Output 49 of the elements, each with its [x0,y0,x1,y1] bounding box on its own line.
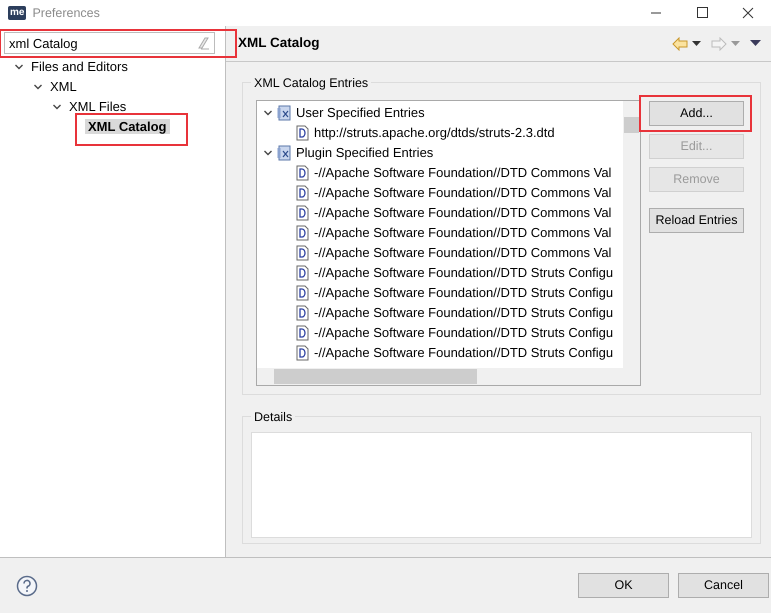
tree-item[interactable]: -//Apache Software Foundation//DTD Struts Configu [314,343,614,363]
document-icon [295,245,310,261]
view-menu-icon[interactable] [750,40,761,47]
document-icon [295,225,310,241]
tree-item[interactable]: -//Apache Software Foundation//DTD Struts Configu [314,303,614,323]
dialog-button[interactable]: Cancel [678,573,769,598]
expanded-chevron-icon[interactable] [52,102,62,112]
document-icon [295,305,310,321]
document-icon [295,265,310,281]
catalog-tree[interactable] [256,100,641,386]
tree-item[interactable]: XML Files [66,99,130,114]
document-icon [295,125,310,141]
tree-item[interactable]: XML [47,79,80,94]
help-icon[interactable] [16,574,38,596]
tree-item[interactable]: -//Apache Software Foundation//DTD Struts Configu [314,283,614,303]
document-icon [295,185,310,201]
window-title: Preferences [32,4,100,22]
tree-item[interactable]: Plugin Specified Entries [296,143,434,163]
tree-item[interactable]: -//Apache Software Foundation//DTD Commons Val [314,223,612,243]
tree-item[interactable]: -//Apache Software Foundation//DTD Struts Configu [314,323,614,343]
tree-item[interactable]: -//Apache Software Foundation//DTD Struts Configu [314,263,614,283]
document-icon [295,345,310,361]
tree-item[interactable]: -//Apache Software Foundation//DTD Commons Val [314,203,612,223]
tree-item[interactable]: -//Apache Software Foundation//DTD Commons Val [314,183,612,203]
action-button[interactable]: Reload Entries [649,208,744,233]
catalog-icon [277,145,292,161]
action-button[interactable]: Add... [649,101,744,126]
catalog-icon [277,105,292,121]
dialog-button[interactable]: OK [578,573,669,598]
filter-field[interactable]: xml Catalog [4,32,215,54]
expanded-chevron-icon[interactable] [33,82,43,92]
tree-item[interactable]: http://struts.apache.org/dtds/struts-2.3.dtd [314,123,555,143]
tree-item[interactable]: User Specified Entries [296,103,425,123]
page-title: XML Catalog [238,34,320,52]
document-icon [295,165,310,181]
tree-item[interactable]: -//Apache Software Foundation//DTD Commons Val [314,243,612,263]
document-icon [295,325,310,341]
expanded-chevron-icon[interactable] [14,62,24,72]
expanded-chevron-icon[interactable] [263,108,273,118]
document-icon [295,205,310,221]
horizontal-scrollbar[interactable] [257,368,640,385]
expanded-chevron-icon[interactable] [263,148,273,158]
tree-item[interactable]: XML Catalog [85,119,170,134]
document-icon [295,285,310,301]
tree-item[interactable]: Files and Editors [28,59,131,74]
app-logo: me [8,6,26,20]
vertical-scrollbar[interactable] [623,101,640,368]
caret-icon[interactable] [692,40,701,46]
tree-item[interactable]: -//Apache Software Foundation//DTD Commons Val [314,163,612,183]
